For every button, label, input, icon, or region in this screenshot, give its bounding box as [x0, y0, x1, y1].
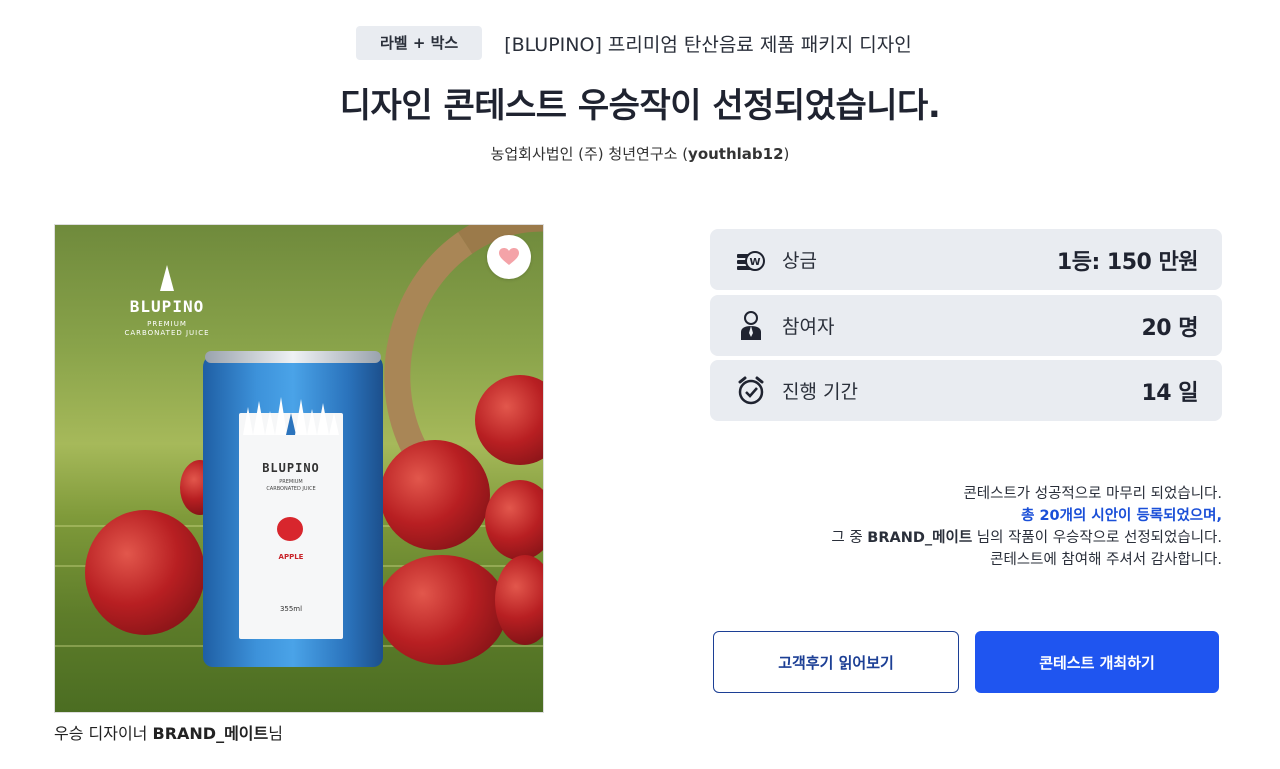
brand-logo: BLUPINO PREMIUM CARBONATED JUICE — [117, 265, 217, 338]
read-reviews-button[interactable]: 고객후기 읽어보기 — [713, 631, 959, 693]
heart-icon — [499, 248, 519, 265]
alarm-clock-icon — [736, 376, 766, 406]
stat-duration: 진행 기간 14 일 — [710, 360, 1222, 421]
message-text: 님의 작품이 우승작으로 선정되었습니다. — [972, 530, 1222, 546]
can-brand: BLUPINO — [262, 461, 320, 475]
stat-value: 14 일 — [1141, 380, 1198, 406]
stat-label: 상금 — [782, 250, 817, 272]
stat-value: 20 명 — [1141, 315, 1198, 341]
message-line: 콘테스트가 성공적으로 마무리 되었습니다. — [963, 486, 1222, 502]
can-label: BLUPINO PREMIUM CARBONATED JUICE APPLE 3… — [239, 397, 343, 639]
stat-value: 1등: 150 만원 — [1056, 249, 1199, 275]
winning-design-image[interactable]: BLUPINO PREMIUM CARBONATED JUICE BLUPINO… — [54, 224, 544, 713]
stat-participants: 참여자 20 명 — [710, 295, 1222, 356]
can-top — [205, 351, 381, 363]
message-text: 그 중 — [831, 530, 868, 546]
stat-label: 참여자 — [782, 316, 835, 338]
winner-caption: 우승 디자이너 BRAND_메이트님 — [54, 720, 283, 744]
client-close: ) — [783, 145, 790, 163]
apple — [495, 555, 543, 645]
can-flavor: APPLE — [278, 553, 304, 561]
stat-prize: W 상금 1등: 150 만원 — [710, 229, 1222, 290]
client-id: youthlab12 — [688, 145, 784, 163]
message-designer: BRAND_메이트 — [867, 530, 973, 546]
prize-money-icon: W — [736, 245, 766, 275]
caption-suffix: 님 — [268, 724, 283, 743]
brand-name: BLUPINO — [129, 297, 205, 316]
completion-message: 콘테스트가 성공적으로 마무리 되었습니다. 총 20개의 시안이 등록되었으며… — [700, 483, 1222, 571]
can-subtitle: PREMIUM CARBONATED JUICE — [266, 479, 316, 492]
apple — [85, 510, 205, 635]
message-line: 그 중 BRAND_메이트 님의 작품이 우승작으로 선정되었습니다. — [700, 527, 1222, 549]
can-volume: 355ml — [279, 605, 303, 613]
stat-label: 진행 기간 — [782, 381, 858, 403]
tree-icon — [160, 265, 174, 291]
winner-designer-name[interactable]: BRAND_메이트 — [153, 724, 269, 743]
client-info: 농업회사법인 (주) 청년연구소 (youthlab12) — [0, 143, 1280, 164]
apple — [380, 440, 490, 550]
message-highlight: 총 20개의 시안이 등록되었으며, — [1021, 508, 1222, 524]
message-line: 콘테스트에 참여해 주셔서 감사합니다. — [990, 552, 1222, 568]
like-button[interactable] — [487, 235, 531, 279]
forest-icon — [243, 397, 339, 435]
participant-icon — [736, 310, 766, 341]
host-contest-button[interactable]: 콘테스트 개최하기 — [975, 631, 1219, 693]
brand-subtitle: PREMIUM CARBONATED JUICE — [124, 320, 210, 337]
apple — [377, 555, 507, 665]
caption-prefix: 우승 디자이너 — [54, 724, 153, 743]
page-title: 디자인 콘테스트 우승작이 선정되었습니다. — [339, 86, 941, 126]
client-name: 농업회사법인 (주) 청년연구소 ( — [490, 145, 689, 163]
category-tag: 라벨 + 박스 — [356, 26, 483, 60]
contest-title: [BLUPINO] 프리미엄 탄산음료 제품 패키지 디자인 — [504, 33, 912, 56]
svg-text:W: W — [749, 257, 760, 268]
apple-icon — [277, 517, 303, 541]
contest-header-row: 라벨 + 박스 [BLUPINO] 프리미엄 탄산음료 제품 패키지 디자인 — [356, 26, 912, 60]
apple — [485, 480, 543, 560]
